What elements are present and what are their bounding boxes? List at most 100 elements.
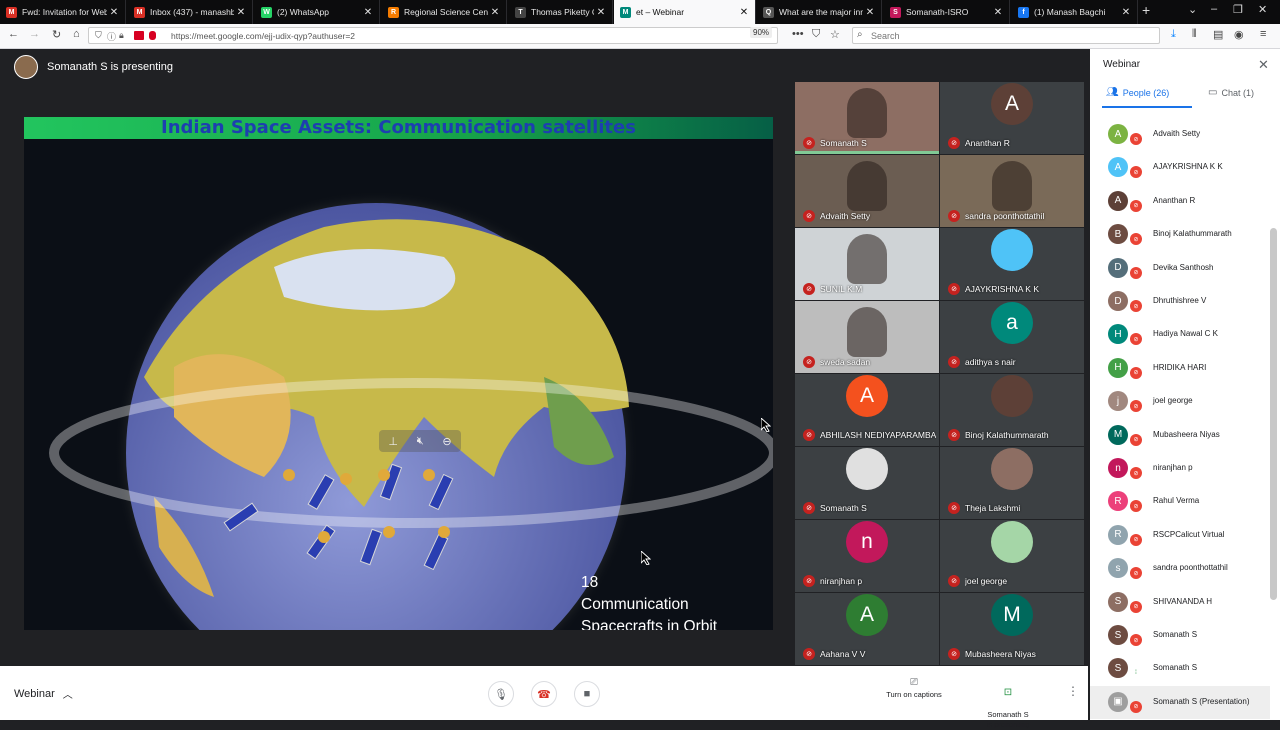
tab-close-icon[interactable]: ✕ (107, 7, 121, 18)
sidebar-icon[interactable]: ▤ (1213, 28, 1223, 41)
list-item[interactable]: S ⊘ Somanath S (1090, 619, 1270, 652)
tab-people[interactable]: 👥︎ People (26) (1106, 87, 1169, 98)
people-list-scrollbar[interactable] (1270, 228, 1277, 600)
leave-call-button[interactable]: ☎︎ (531, 681, 557, 707)
participant-tile[interactable]: ⊘ joel george (940, 520, 1084, 592)
back-icon[interactable]: ← (8, 28, 19, 40)
captions-button[interactable]: ⎚ Turn on captions (878, 678, 950, 700)
tab-close-icon[interactable]: ✕ (737, 7, 751, 18)
chevron-down-icon[interactable]: ⌄ (1188, 3, 1197, 16)
zoom-level[interactable]: 90% (750, 27, 773, 38)
microphone-muted-icon: ⊘ (1130, 233, 1142, 246)
browser-tab[interactable]: T Thomas Piketty Goes Gl✕ (509, 0, 613, 24)
meeting-details-toggle[interactable]: Webinar ︿ (14, 686, 73, 702)
browser-tab[interactable]: W (2) WhatsApp ✕ (255, 0, 380, 24)
library-icon[interactable]: ⫴ (1192, 28, 1197, 41)
account-icon[interactable]: ◉ (1234, 28, 1244, 41)
list-item[interactable]: M ⊘ Mubasheera Niyas (1090, 419, 1270, 452)
list-item[interactable]: D ⊘ Devika Santhosh (1090, 252, 1270, 285)
list-item[interactable]: A ⊘ Advaith Setty (1090, 118, 1270, 151)
participant-tile[interactable]: ⊘ AJAYKRISHNA K K (940, 228, 1084, 300)
list-item[interactable]: D ⊘ Dhruthishree V (1090, 285, 1270, 318)
tab-close-icon[interactable]: ✕ (234, 7, 248, 18)
camera-icon[interactable] (134, 31, 144, 40)
browser-tab[interactable]: Met – Webinar ✕ (614, 0, 756, 24)
participant-tile[interactable]: ⊘ sandra poonthottathil (940, 155, 1084, 227)
list-item[interactable]: n ⊘ niranjhan p (1090, 452, 1270, 485)
list-item[interactable]: R ⊘ Rahul Verma (1090, 485, 1270, 518)
menu-icon[interactable]: ≡ (1260, 28, 1266, 40)
home-icon[interactable]: ⌂ (73, 28, 80, 40)
url-bar[interactable]: ⛉ ⓘ 🔒︎ https://meet.google.com/ejj-udix-… (88, 27, 778, 44)
reload-icon[interactable]: ↻ (52, 28, 61, 41)
list-item[interactable]: B ⊘ Binoj Kalathummarath (1090, 218, 1270, 251)
restore-icon[interactable]: ❐ (1233, 3, 1243, 16)
participant-tile[interactable]: A ⊘ ABHILASH NEDIYAPARAMBA... (795, 374, 939, 446)
list-item[interactable]: s ⊘ sandra poonthottathil (1090, 552, 1270, 585)
tab-close-icon[interactable]: ✕ (594, 7, 608, 18)
list-item[interactable]: A ⊘ AJAYKRISHNA K K (1090, 151, 1270, 184)
microphone-button[interactable]: 🎙︎ (488, 681, 514, 707)
participant-name: Somanath S (820, 138, 867, 148)
pin-icon[interactable]: ⊥ (388, 435, 398, 448)
download-icon[interactable]: ⤓ (1171, 28, 1176, 41)
list-item[interactable]: S ⁞ Somanath S (1090, 652, 1270, 685)
browser-tab[interactable]: R Regional Science Centr ✕ (382, 0, 507, 24)
presentation-slide[interactable]: Indian Space Assets: Communication satel… (24, 117, 773, 630)
tab-close-icon[interactable]: ✕ (991, 7, 1005, 18)
participant-name: joel george (1153, 396, 1193, 406)
participant-tile[interactable]: ⊘ Somanath S (795, 447, 939, 519)
shield-icon[interactable]: ⛉ (95, 30, 102, 41)
close-icon[interactable]: ✕ (1258, 57, 1269, 73)
list-item[interactable]: R ⊘ RSCPCalicut Virtual (1090, 519, 1270, 552)
participant-tile[interactable]: A ⊘ Ananthan R (940, 82, 1084, 154)
browser-tab[interactable]: M Inbox (437) - manashba ✕ (128, 0, 253, 24)
mute-icon[interactable]: 🔇︎ (417, 435, 424, 448)
participant-tile[interactable]: A ⊘ Aahana V V (795, 593, 939, 665)
participant-name: Binoj Kalathummarath (1153, 229, 1232, 239)
browser-tab[interactable]: f (1) Manash Bagchi ✕ (1012, 0, 1138, 24)
list-item[interactable]: H ⊘ Hadiya Nawal C K (1090, 318, 1270, 351)
participant-tile[interactable]: ⊘ sweda sadan (795, 301, 939, 373)
side-panel: Webinar ✕ 👥︎ People (26) ▭ Chat (1) A ⊘ Ad… (1090, 49, 1280, 720)
browser-tab[interactable]: Q What are the major inno ✕ (757, 0, 882, 24)
microphone-icon[interactable] (149, 31, 156, 40)
tab-close-icon[interactable]: ✕ (488, 7, 502, 18)
window-close-icon[interactable]: ✕ (1258, 3, 1267, 16)
list-item[interactable]: j ⊘ joel george (1090, 385, 1270, 418)
tab-close-icon[interactable]: ✕ (863, 7, 877, 18)
remove-icon[interactable]: ⊖ (442, 435, 451, 448)
participant-tile[interactable]: ⊘ Theja Lakshmi (940, 447, 1084, 519)
participant-name: niranjhan p (820, 576, 863, 586)
tab-close-icon[interactable]: ✕ (1119, 7, 1133, 18)
more-icon[interactable]: ••• (792, 28, 804, 40)
search-input[interactable]: ⌕ Search (852, 27, 1160, 44)
participant-tile[interactable]: a ⊘ adithya s nair (940, 301, 1084, 373)
tab-favicon-icon: Q (763, 6, 774, 18)
bookmark-star-icon[interactable]: ☆ (830, 28, 840, 41)
list-item[interactable]: S ⊘ SHIVANANDA H (1090, 586, 1270, 619)
info-icon[interactable]: ⓘ (107, 30, 116, 43)
list-item[interactable]: ▣ ⊘ Somanath S (Presentation) (1090, 685, 1270, 719)
forward-icon[interactable]: → (29, 28, 40, 40)
list-item[interactable]: A ⊘ Ananthan R (1090, 185, 1270, 218)
list-item[interactable]: H ⊘ HRIDIKA HARI (1090, 352, 1270, 385)
pocket-icon[interactable]: ⛉ (812, 28, 820, 41)
presenting-button[interactable]: ⊡ Somanath S is presenting (972, 678, 1044, 730)
participant-tile[interactable]: ⊘ SUNIL K.M (795, 228, 939, 300)
lock-icon[interactable]: 🔒︎ (119, 30, 124, 41)
tab-chat[interactable]: ▭ Chat (1) (1208, 87, 1254, 98)
participant-tile[interactable]: ⊘ Binoj Kalathummarath (940, 374, 1084, 446)
avatar (991, 229, 1033, 271)
participant-tile[interactable]: M ⊘ Mubasheera Niyas (940, 593, 1084, 665)
browser-tab[interactable]: M Fwd: Invitation for Webi ✕ (0, 0, 126, 24)
minimize-icon[interactable]: – (1211, 3, 1217, 15)
camera-button[interactable]: ■ (574, 681, 600, 707)
participant-tile[interactable]: ⊘ Somanath S (795, 82, 939, 154)
new-tab-button[interactable]: + (1142, 2, 1150, 18)
more-options-icon[interactable]: ⋮ (1067, 684, 1079, 698)
browser-tab[interactable]: S Somanath-ISRO ✕ (884, 0, 1010, 24)
participant-tile[interactable]: n ⊘ niranjhan p (795, 520, 939, 592)
participant-tile[interactable]: ⊘ Advaith Setty (795, 155, 939, 227)
tab-close-icon[interactable]: ✕ (361, 7, 375, 18)
